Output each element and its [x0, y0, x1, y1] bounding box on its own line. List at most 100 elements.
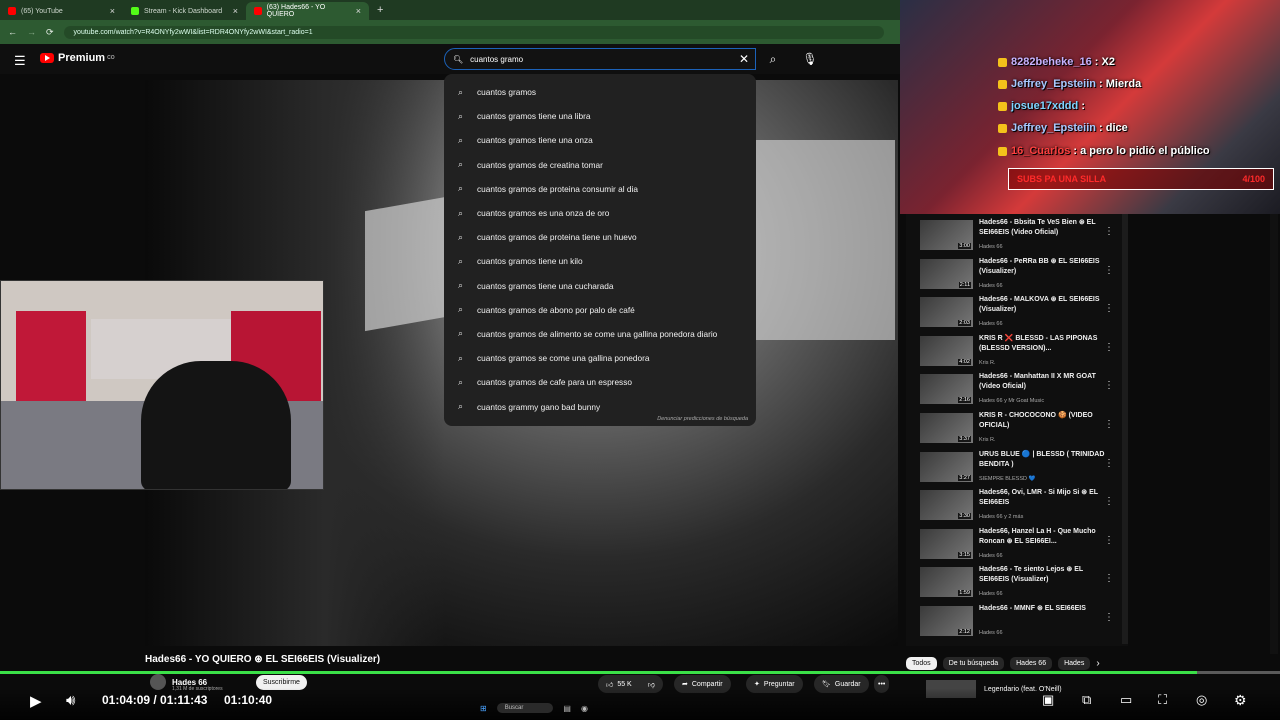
playlist-thumbnail[interactable]: 3:15 [920, 528, 973, 559]
autoplay-icon[interactable]: ◎ [1196, 692, 1207, 708]
playlist-title[interactable]: Hades66, Ovi, LMR - Si Mijo Si ⊛ EL SEI6… [979, 488, 1109, 508]
more-vert-icon[interactable]: ⋮ [1104, 612, 1114, 623]
playlist-title[interactable]: KRIS R ❌ BLESSD - LAS PIPONAS (BLESSD VE… [979, 334, 1109, 354]
settings-icon[interactable]: ⚙ [1234, 692, 1247, 709]
reload-icon[interactable]: ⟳ [46, 27, 54, 38]
playlist-item[interactable]: 3:37 KRIS R - CHOCOCONO 🍪 (VIDEO OFICIAL)… [914, 411, 1128, 449]
playlist-item[interactable]: 3:15 Hades66, Hanzel La H - Que Mucho Ron… [914, 527, 1128, 565]
suggestion-item[interactable]: ⌕ cuantos gramos tiene una onza [444, 128, 756, 152]
suggestion-item[interactable]: ⌕ cuantos gramos tiene una libra [444, 104, 756, 128]
chip-from-search[interactable]: De tu búsqueda [942, 656, 1005, 670]
more-vert-icon[interactable]: ⋮ [1104, 380, 1114, 391]
tab-youtube[interactable]: (65) YouTube × [0, 2, 123, 20]
new-tab-button[interactable]: + [377, 4, 383, 16]
forward-icon[interactable]: → [27, 27, 36, 37]
browser-icon[interactable]: ◉ [581, 704, 588, 713]
playlist-title[interactable]: KRIS R - CHOCOCONO 🍪 (VIDEO OFICIAL) [979, 411, 1109, 431]
search-button[interactable]: ⌕ [760, 48, 786, 70]
suggestion-text: cuantos gramos se come una gallina poned… [477, 353, 650, 364]
url-field[interactable]: youtube.com/watch?v=R4ONYfy2wWI&list=RDR… [63, 25, 884, 39]
clear-icon[interactable]: ✕ [739, 52, 749, 66]
suggestion-item[interactable]: ⌕ cuantos gramos de cafe para un espresso [444, 370, 756, 394]
chevron-right-icon[interactable]: › [1096, 658, 1099, 669]
playlist-scrollbar[interactable] [1122, 214, 1128, 644]
playlist-item[interactable]: 1:59 Hades66 - Te siento Lejos ⊛ EL SEI66… [914, 565, 1128, 603]
playlist-item[interactable]: 3:27 URUS BLUE 🔵 | BLESSD ( TRINIDAD BEND… [914, 450, 1128, 488]
playlist-item[interactable]: 3:00 Hades66 - Bbsita Te VeS Bien ⊛ EL SE… [914, 218, 1128, 256]
menu-icon[interactable]: ☰ [14, 53, 26, 69]
more-vert-icon[interactable]: ⋮ [1104, 496, 1114, 507]
playlist-title[interactable]: Hades66 - MMNF ⊛ EL SEI66EIS [979, 604, 1109, 614]
more-vert-icon[interactable]: ⋮ [1104, 226, 1114, 237]
more-vert-icon[interactable]: ⋮ [1104, 265, 1114, 276]
time-display-alt: 01:10:40 [224, 693, 273, 707]
folder-icon[interactable]: ▤ [563, 704, 571, 713]
voice-search-button[interactable]: 🎙︎ [798, 48, 822, 70]
miniplayer-icon[interactable]: ▣ [1042, 692, 1054, 708]
volume-icon[interactable]: 🔊︎ [66, 692, 75, 709]
suggestion-item[interactable]: ⌕ cuantos gramos tiene un kilo [444, 249, 756, 273]
playlist-item[interactable]: 2:11 Hades66 - PeRRa BB ⊛ EL SEI66EIS (Vi… [914, 257, 1128, 295]
playlist-item[interactable]: 2:03 Hades66 - MALKOVA ⊛ EL SEI66EIS (Vis… [914, 295, 1128, 333]
tab-kick-dashboard[interactable]: Stream - Kick Dashboard × [123, 2, 246, 20]
playlist-title[interactable]: Hades66 - Te siento Lejos ⊛ EL SEI66EIS … [979, 565, 1109, 585]
windows-icon[interactable]: ⊞ [480, 704, 487, 713]
back-icon[interactable]: ← [8, 27, 17, 37]
chip-all[interactable]: Todos [906, 656, 937, 670]
more-vert-icon[interactable]: ⋮ [1104, 303, 1114, 314]
tab-hades66[interactable]: (63) Hades66 - YO QUIERO × [246, 2, 369, 20]
playlist-item[interactable]: 2:12 Hades66 - MMNF ⊛ EL SEI66EIS Hades 66… [914, 604, 1128, 642]
suggestion-item[interactable]: ⌕ cuantos gramos de creatina tomar [444, 153, 756, 177]
more-vert-icon[interactable]: ⋮ [1104, 342, 1114, 353]
suggestion-item[interactable]: ⌕ cuantos gramos de proteina consumir al … [444, 177, 756, 201]
playlist-item[interactable]: 3:30 Hades66, Ovi, LMR - Si Mijo Si ⊛ EL … [914, 488, 1128, 526]
cast-icon[interactable]: ⧉ [1082, 692, 1091, 708]
playlist-thumbnail[interactable]: 2:03 [920, 297, 973, 328]
close-icon[interactable]: × [233, 6, 238, 16]
report-predictions-link[interactable]: Denunciar predicciones de búsqueda [657, 416, 748, 422]
suggestion-item[interactable]: ⌕ cuantos gramos de alimento se come una … [444, 322, 756, 346]
playlist-channel: Hades 66 y 2 más [979, 514, 1024, 521]
taskbar-search[interactable]: Buscar [496, 703, 554, 713]
more-vert-icon[interactable]: ⋮ [1104, 535, 1114, 546]
more-vert-icon[interactable]: ⋮ [1104, 573, 1114, 584]
playlist-thumbnail[interactable]: 2:11 [920, 258, 973, 289]
search-box[interactable]: 🔍︎ ✕ [444, 48, 756, 70]
suggestion-item[interactable]: ⌕ cuantos gramos se come una gallina pone… [444, 346, 756, 370]
close-icon[interactable]: × [110, 6, 115, 16]
suggestion-item[interactable]: ⌕ cuantos gramos de abono por palo de caf… [444, 298, 756, 322]
close-icon[interactable]: × [356, 6, 361, 16]
search-input[interactable] [470, 54, 711, 64]
playlist-title[interactable]: Hades66 - MALKOVA ⊛ EL SEI66EIS (Visuali… [979, 295, 1109, 315]
playlist-title[interactable]: URUS BLUE 🔵 | BLESSD ( TRINIDAD BENDITA … [979, 450, 1109, 470]
playlist-thumbnail[interactable]: 3:30 [920, 490, 973, 521]
progress-bar[interactable] [0, 671, 1280, 674]
chip-hades[interactable]: Hades [1058, 656, 1091, 670]
youtube-logo[interactable]: Premium CO [40, 52, 115, 64]
suggestion-item[interactable]: ⌕ cuantos gramos tiene una cucharada [444, 274, 756, 298]
suggestion-item[interactable]: ⌕ cuantos gramos es una onza de oro [444, 201, 756, 225]
playlist-title[interactable]: Hades66 - PeRRa BB ⊛ EL SEI66EIS (Visual… [979, 257, 1109, 277]
playlist-thumbnail[interactable]: 3:37 [920, 413, 973, 443]
playlist-item[interactable]: 2:16 Hades66 - Manhattan II X MR GOAT (Vi… [914, 372, 1128, 410]
theater-icon[interactable]: ▭ [1120, 692, 1132, 708]
playlist-title[interactable]: Hades66, Hanzel La H - Que Mucho Roncan … [979, 527, 1109, 547]
playlist-title[interactable]: Hades66 - Bbsita Te VeS Bien ⊛ EL SEI66E… [979, 218, 1109, 238]
playlist-title[interactable]: Hades66 - Manhattan II X MR GOAT (Video … [979, 372, 1109, 392]
playlist-thumbnail[interactable]: 3:00 [920, 220, 973, 250]
more-vert-icon[interactable]: ⋮ [1104, 458, 1114, 469]
suggestion-item[interactable]: ⌕ cuantos gramos [444, 80, 756, 104]
page-scrollbar[interactable] [1270, 214, 1278, 654]
suggestion-item[interactable]: ⌕ cuantos grammy gano bad bunny [444, 394, 756, 418]
play-icon[interactable]: ▶ [30, 692, 42, 710]
chip-hades66[interactable]: Hades 66 [1010, 656, 1053, 670]
fullscreen-icon[interactable]: ⛶ [1158, 692, 1167, 708]
more-vert-icon[interactable]: ⋮ [1104, 419, 1114, 430]
playlist-thumbnail[interactable]: 2:12 [920, 606, 973, 636]
playlist-item[interactable]: 4:02 KRIS R ❌ BLESSD - LAS PIPONAS (BLESS… [914, 334, 1128, 372]
playlist-thumbnail[interactable]: 2:16 [920, 374, 973, 405]
playlist-thumbnail[interactable]: 4:02 [920, 335, 973, 366]
suggestion-item[interactable]: ⌕ cuantos gramos de proteina tiene un hue… [444, 225, 756, 249]
playlist-thumbnail[interactable]: 1:59 [920, 567, 973, 598]
playlist-thumbnail[interactable]: 3:27 [920, 451, 973, 482]
